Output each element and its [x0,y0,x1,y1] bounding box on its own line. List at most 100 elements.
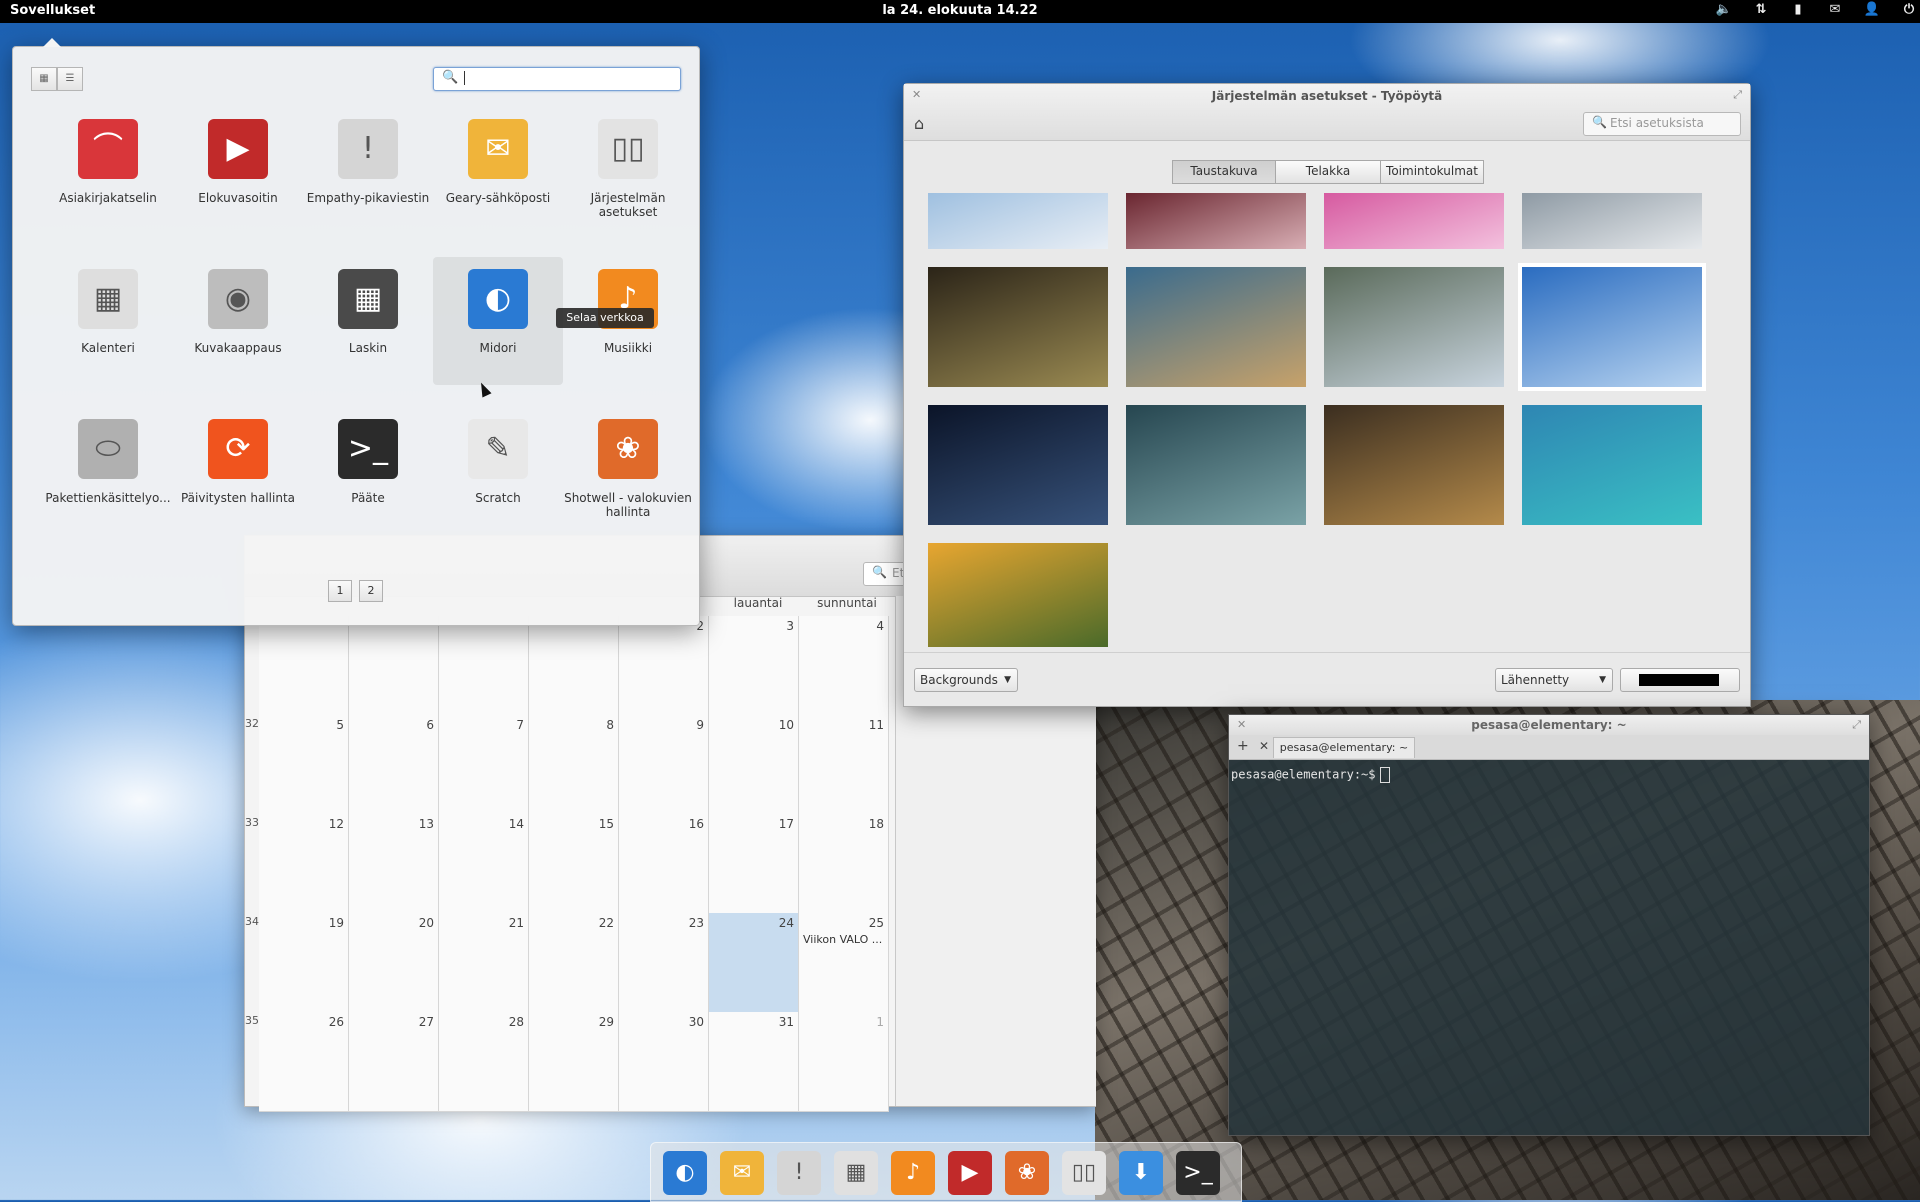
calendar-day-cell[interactable] [259,616,349,716]
calendar-day-cell[interactable]: 19 [259,913,349,1013]
calendar-day-cell[interactable]: 17 [709,814,799,914]
tab-taustakuva[interactable]: Taustakuva [1172,160,1276,184]
network-icon[interactable]: ⇅ [1751,2,1771,20]
calendar-day-cell[interactable]: 13 [349,814,439,914]
app-launcher-item[interactable]: ! Empathy-pikaviestin [303,107,433,235]
wallpaper-thumbnail-lake[interactable] [1522,405,1702,525]
wallpaper-thumbnail-clouds[interactable] [928,193,1108,249]
calendar-day-cell[interactable]: 6 [349,715,439,815]
home-icon[interactable]: ⌂ [914,114,924,133]
app-launcher-item[interactable]: ▶ Elokuvasoitin [173,107,303,235]
wallpaper-thumbnail-eiffel[interactable] [1518,263,1706,391]
wallpaper-thumbnail-autumn-leaves[interactable] [1324,405,1504,525]
calendar-day-cell[interactable]: 28 [439,1012,529,1112]
background-color-button[interactable] [1620,668,1740,692]
wallpaper-thumbnail-tunnel[interactable] [928,267,1108,387]
calendar-day-cell[interactable]: 15 [529,814,619,914]
calendar-event[interactable]: Viikon VALO ... [803,933,882,946]
app-launcher-item[interactable]: ⟳ Päivitysten hallinta [173,407,303,535]
calendar-day-cell[interactable]: 4 [799,616,889,716]
wallpaper-mode-select[interactable]: Lähennetty ▼ [1495,668,1613,692]
grid-view-button[interactable]: ▦ [31,67,57,91]
calendar-day-cell[interactable]: 23 [619,913,709,1013]
app-launcher-item[interactable]: ◐ Midori [433,257,563,385]
calendar-day-cell[interactable]: 22 [529,913,619,1013]
battery-icon[interactable]: ▮ [1788,2,1808,20]
week-number: 35 [245,1014,259,1027]
app-launcher-item[interactable]: ◉ Kuvakaappaus [173,257,303,385]
app-launcher-item[interactable]: ❀ Shotwell - valokuvien hallinta [563,407,693,535]
page-1-button[interactable]: 1 [328,580,352,602]
terminal-tab[interactable]: pesasa@elementary: ~ [1273,737,1415,758]
panel-clock[interactable]: la 24. elokuuta 14.22 [0,3,1920,18]
calendar-day-cell[interactable]: 10 [709,715,799,815]
calendar-day-cell[interactable]: 25 Viikon VALO ... [799,913,889,1013]
page-2-button[interactable]: 2 [359,580,383,602]
wallpaper-thumbnail-lighthouse[interactable] [1126,405,1306,525]
calendar-day-cell[interactable]: 14 [439,814,529,914]
app-launcher-item[interactable]: ▦ Kalenteri [43,257,173,385]
dock-item-empathy[interactable]: ! [777,1151,821,1195]
calendar-day-cell[interactable]: 20 [349,913,439,1013]
calendar-day-cell[interactable] [529,616,619,716]
sound-icon[interactable]: 🔈 [1714,2,1734,20]
calendar-day-cell[interactable]: 26 [259,1012,349,1112]
settings-search-input[interactable]: 🔍 Etsi asetuksista [1583,112,1741,136]
close-tab-icon[interactable]: ✕ [1259,739,1269,753]
calendar-day-cell[interactable]: 30 [619,1012,709,1112]
user-icon[interactable]: 👤 [1862,2,1882,20]
maximize-icon[interactable]: ⤢ [1733,88,1742,102]
calendar-day-cell[interactable]: 5 [259,715,349,815]
app-launcher-item[interactable]: ⌒ Asiakirjakatselin [43,107,173,235]
app-launcher-item[interactable]: ▦ Laskin [303,257,433,385]
wallpaper-thumbnail-lotus[interactable] [1324,193,1504,249]
calendar-day-cell[interactable]: 21 [439,913,529,1013]
dock-item-shotwell[interactable]: ❀ [1005,1151,1049,1195]
tab-toimintokulmat[interactable]: Toimintokulmat [1380,160,1484,184]
app-launcher-item[interactable]: >_ Pääte [303,407,433,535]
dock-item-music[interactable]: ♪ [891,1151,935,1195]
wallpaper-thumbnail-red-leaves[interactable] [1126,193,1306,249]
calendar-day-cell[interactable]: 31 [709,1012,799,1112]
calendar-day-cell[interactable]: 11 [799,715,889,815]
calendar-day-cell[interactable]: 1 [799,1012,889,1112]
launcher-search-input[interactable]: 🔍 [433,67,681,91]
calendar-day-cell[interactable]: 3 [709,616,799,716]
dock-item-video[interactable]: ▶ [948,1151,992,1195]
calendar-day-cell[interactable] [349,616,439,716]
power-icon[interactable]: ⏻ [1899,2,1919,20]
wallpaper-thumbnail-coast[interactable] [1126,267,1306,387]
calendar-day-cell[interactable]: 9 [619,715,709,815]
new-tab-icon[interactable]: + [1237,738,1249,754]
mail-icon[interactable]: ✉ [1825,2,1845,20]
tab-telakka[interactable]: Telakka [1275,160,1381,184]
dock-item-calendar[interactable]: ▦ [834,1151,878,1195]
maximize-icon[interactable]: ⤢ [1852,718,1861,732]
wallpaper-thumbnail-mountains[interactable] [1324,267,1504,387]
wallpaper-folder-select[interactable]: Backgrounds ▼ [914,668,1018,692]
calendar-day-cell[interactable]: 12 [259,814,349,914]
dock-item-downloads[interactable]: ⬇ [1119,1151,1163,1195]
calendar-day-cell[interactable]: 16 [619,814,709,914]
wallpaper-thumbnail-light-rays[interactable] [1522,193,1702,249]
app-launcher-item[interactable]: ▯▯ Järjestelmän asetukset [563,107,693,235]
calendar-day-cell[interactable]: 7 [439,715,529,815]
app-launcher-item[interactable]: ⬭ Pakettienkäsittelyo... [43,407,173,535]
app-launcher-item[interactable]: ✎ Scratch [433,407,563,535]
wallpaper-thumbnail-sunset-field[interactable] [928,543,1108,647]
dock-item-mail[interactable]: ✉ [720,1151,764,1195]
calendar-day-cell[interactable]: 24 [709,913,799,1013]
wallpaper-thumbnail-night-sky[interactable] [928,405,1108,525]
calendar-day-cell[interactable]: 27 [349,1012,439,1112]
calendar-day-cell[interactable]: 29 [529,1012,619,1112]
dock-item-midori[interactable]: ◐ [663,1151,707,1195]
dock-item-terminal[interactable]: >_ [1176,1151,1220,1195]
calendar-day-cell[interactable] [439,616,529,716]
dock-item-settings[interactable]: ▯▯ [1062,1151,1106,1195]
calendar-day-cell[interactable]: 2 [619,616,709,716]
calendar-day-cell[interactable]: 8 [529,715,619,815]
calendar-day-cell[interactable]: 18 [799,814,889,914]
category-view-button[interactable]: ☰ [57,67,83,91]
terminal-prompt[interactable]: pesasa@elementary:~$ [1231,767,1390,783]
app-launcher-item[interactable]: ✉ Geary-sähköposti [433,107,563,235]
